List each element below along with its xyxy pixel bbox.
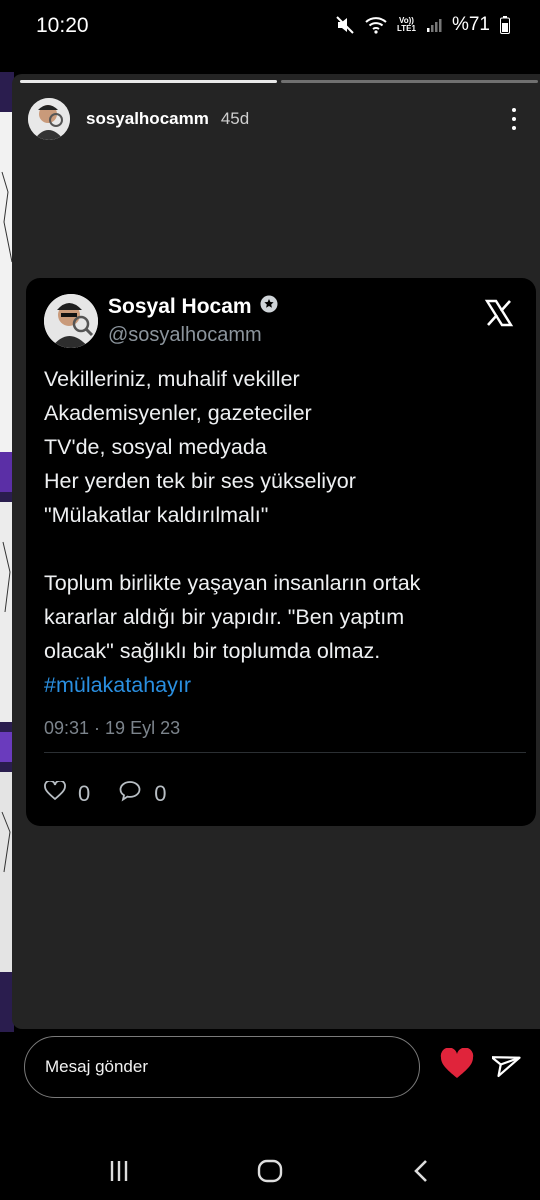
mute-icon [335,15,355,35]
progress-segment [281,80,538,83]
heart-outline-icon [44,779,66,807]
tweet-text: Vekilleriniz, muhalif vekiller Akademisy… [44,362,524,702]
tweet-text-line: Akademisyenler, gazeteciler [44,401,312,425]
tweet-card: Sosyal Hocam @sosyalhocamm Vekilleriniz,… [26,278,536,826]
tweet-author-name: Sosyal Hocam [108,294,279,320]
tweet-date: 09:31 · 19 Eyl 23 [44,718,181,738]
message-input-placeholder: Mesaj gönder [45,1057,149,1076]
recent-apps-icon[interactable] [104,1156,134,1186]
tweet-text-line: olacak" sağlıklı bir toplumda olmaz. [44,639,381,663]
status-icons: Vo)) LTE1 %71 [335,14,510,36]
tweet-text-line: Toplum birlikte yaşayan insanların ortak [44,571,421,595]
verified-badge-icon [259,294,279,320]
more-options-icon[interactable] [502,106,526,132]
reply-count: 0 [118,780,167,808]
story-username[interactable]: sosyalhocamm [86,109,209,129]
tweet-text-line: kararlar aldığı bir yapıdır. "Ben yaptım [44,605,405,629]
send-icon[interactable] [490,1048,526,1082]
hashtag-link: #mülakatahayır [44,673,191,697]
progress-segment [20,80,277,83]
divider [44,752,526,753]
status-bar: 10:20 Vo)) LTE1 %71 [0,0,540,56]
tweet-avatar [44,294,98,348]
like-count-value: 0 [78,781,91,806]
signal-icon [426,17,442,33]
tweet-handle: @sosyalhocamm [108,324,262,346]
story-age: 45d [220,109,250,128]
tweet-text-line: Vekilleriniz, muhalif vekiller [44,367,300,391]
story-viewer[interactable]: sosyalhocamm 45d Sosyal Hocam @sosyalhoc… [12,74,540,1029]
tweet-text-spacer [44,532,524,566]
system-nav-bar [0,1140,540,1200]
battery-icon [500,16,510,34]
like-heart-icon[interactable] [440,1047,474,1082]
wifi-icon [365,16,387,34]
network-type: Vo)) LTE1 [397,17,416,33]
message-input[interactable]: Mesaj gönder [24,1036,420,1098]
tweet-text-line: TV'de, sosyal medyada [44,435,267,459]
story-progress-bar [20,80,538,83]
network-label-bottom: LTE1 [397,24,416,33]
x-logo-icon [484,298,514,328]
tweet-actions: 0 0 [44,779,195,808]
tweet-author-name-text: Sosyal Hocam [108,295,252,318]
story-header: sosyalhocamm 45d [28,98,540,140]
avatar[interactable] [28,98,70,140]
comment-icon [118,780,142,808]
home-icon[interactable] [255,1156,285,1186]
like-count: 0 [44,779,91,807]
tweet-text-line: "Mülakatlar kaldırılmalı" [44,503,269,527]
status-time: 10:20 [36,14,89,37]
reply-count-value: 0 [154,781,167,806]
tweet-text-line: Her yerden tek bir ses yükseliyor [44,469,356,493]
back-icon[interactable] [406,1156,436,1186]
battery-percent: %71 [451,14,490,35]
